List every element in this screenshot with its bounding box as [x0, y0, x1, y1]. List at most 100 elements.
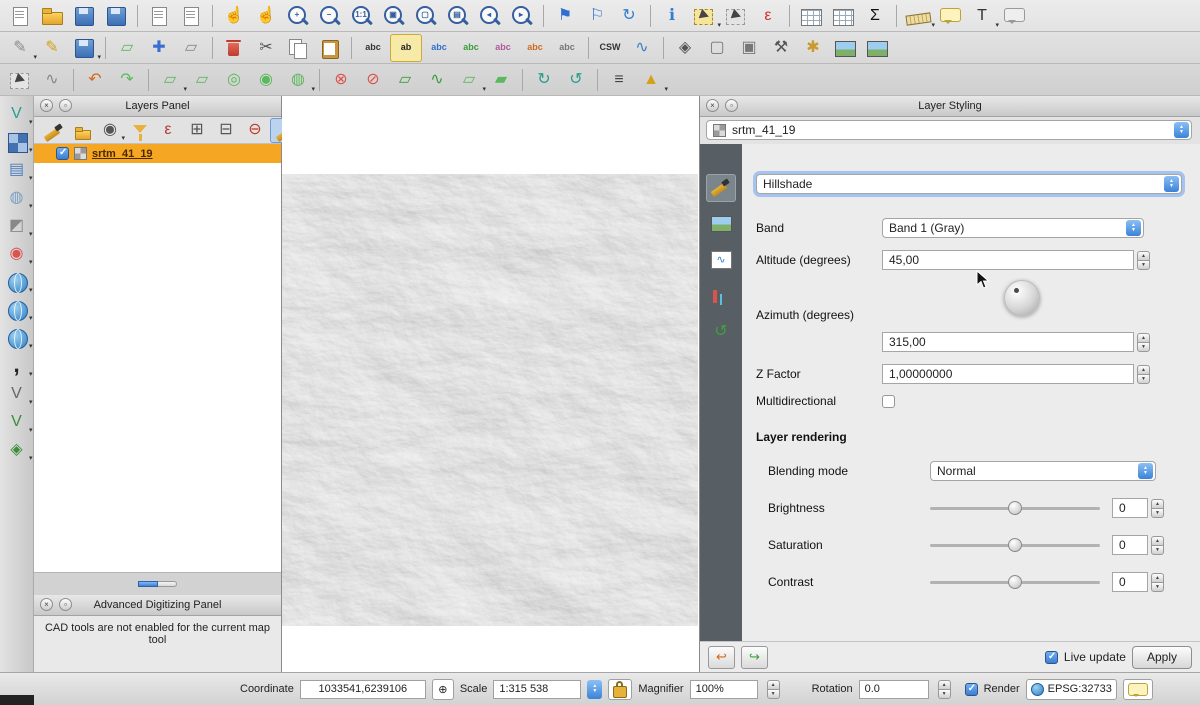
- add-feature-icon[interactable]: ▱: [112, 35, 142, 61]
- scale-combo-arrows-icon[interactable]: ▲▼: [587, 680, 602, 699]
- project-save-icon[interactable]: [69, 3, 99, 29]
- slider-stepper[interactable]: ▲▼: [1151, 536, 1164, 555]
- identify-features-icon[interactable]: ℹ: [657, 3, 687, 29]
- zoom-to-layer-icon[interactable]: ▤: [443, 3, 473, 29]
- label-abc-gray-icon[interactable]: abc: [552, 35, 582, 61]
- zoom-full-icon[interactable]: ▣: [379, 3, 409, 29]
- map-refresh-icon[interactable]: ↻: [614, 3, 644, 29]
- transparency-tab-icon[interactable]: [706, 210, 736, 238]
- move-feature-icon[interactable]: ✚: [144, 35, 174, 61]
- layer-labeling-icon[interactable]: abc: [358, 35, 388, 61]
- delete-selected-icon[interactable]: [219, 35, 249, 61]
- symbology-tab-icon[interactable]: [706, 174, 736, 202]
- tab-browser-panel[interactable]: [158, 581, 177, 587]
- epsg-button[interactable]: EPSG:32733: [1026, 679, 1117, 700]
- remove-layer-icon[interactable]: ⊖: [242, 119, 268, 142]
- band-combo[interactable]: Band 1 (Gray) ▲▼: [882, 218, 1144, 238]
- cut-features-icon[interactable]: ✂: [251, 35, 281, 61]
- zoom-out-icon[interactable]: −: [315, 3, 345, 29]
- close-icon[interactable]: ×: [40, 598, 53, 611]
- slider-track[interactable]: [930, 507, 1100, 510]
- statistical-summary-icon[interactable]: Σ: [860, 3, 890, 29]
- add-oracle-layer-icon[interactable]: ◉▾: [3, 241, 31, 266]
- merge-features-icon[interactable]: ▰: [486, 67, 516, 93]
- slider-track[interactable]: [930, 544, 1100, 547]
- map-tips-icon[interactable]: [935, 3, 965, 29]
- label-abc-blue-icon[interactable]: abc: [424, 35, 454, 61]
- measure-line-icon[interactable]: ▾: [903, 3, 933, 29]
- attribute-table-icon[interactable]: [796, 3, 826, 29]
- delete-ring-icon[interactable]: ⊗: [326, 67, 356, 93]
- live-update-checkbox[interactable]: [1045, 651, 1058, 664]
- combo-arrows-icon[interactable]: ▲▼: [1164, 176, 1179, 192]
- render-checkbox[interactable]: [965, 683, 978, 696]
- history-tab-icon[interactable]: ↺: [706, 318, 736, 346]
- slider-thumb[interactable]: [1008, 501, 1022, 515]
- style-redo-button[interactable]: ↪: [741, 646, 768, 669]
- add-raster-layer-icon[interactable]: ▾: [3, 129, 31, 154]
- slider-spinbox[interactable]: 0: [1112, 498, 1148, 518]
- manage-themes-icon[interactable]: ◉▾: [97, 119, 123, 142]
- log-messages-button[interactable]: [1123, 679, 1153, 700]
- map-view-1-icon[interactable]: [830, 35, 860, 61]
- save-layer-edits-icon[interactable]: ▾: [69, 35, 99, 61]
- deselect-features-icon[interactable]: [721, 3, 751, 29]
- add-delimited-text-layer-icon[interactable]: ,▾: [3, 353, 31, 378]
- style-undo-button[interactable]: ↩: [708, 646, 735, 669]
- layer-visibility-checkbox[interactable]: [56, 147, 69, 160]
- layer-tree[interactable]: srtm_41_19: [34, 144, 281, 572]
- filter-expression-icon[interactable]: ε: [155, 119, 181, 142]
- georeferencer-icon[interactable]: ⚒: [766, 35, 796, 61]
- node-tool-icon[interactable]: ▱: [176, 35, 206, 61]
- add-group-icon[interactable]: [68, 119, 94, 142]
- render-type-combo[interactable]: Hillshade ▲▼: [756, 174, 1182, 194]
- histogram-tab-icon[interactable]: ∿: [706, 246, 736, 274]
- reshape-features-icon[interactable]: ▱: [390, 67, 420, 93]
- delete-part-icon[interactable]: ⊘: [358, 67, 388, 93]
- dropdown-arrow-icon[interactable]: ▾: [664, 85, 668, 93]
- rotate-feature-icon[interactable]: ▱▾: [155, 67, 185, 93]
- combo-arrows-icon[interactable]: ▲▼: [1126, 220, 1141, 236]
- select-by-rectangle-icon[interactable]: ▢: [702, 35, 732, 61]
- add-spatialite-layer-icon[interactable]: ◍▾: [3, 185, 31, 210]
- dropdown-arrow-icon[interactable]: ▾: [29, 342, 33, 350]
- add-wcs-layer-icon[interactable]: ▾: [3, 297, 31, 322]
- open-styling-dock-icon[interactable]: [39, 119, 65, 142]
- zoom-next-icon[interactable]: ▸: [507, 3, 537, 29]
- simplify-feature-icon[interactable]: ▱: [187, 67, 217, 93]
- extent-toggle-icon[interactable]: ⊕: [432, 679, 454, 700]
- dropdown-arrow-icon[interactable]: ▾: [29, 118, 33, 126]
- collapse-all-icon[interactable]: ⊟: [213, 119, 239, 142]
- azimuth-dial[interactable]: [1004, 280, 1040, 316]
- map-view-2-icon[interactable]: [862, 35, 892, 61]
- zoom-to-selection-icon[interactable]: ▢: [411, 3, 441, 29]
- slider-thumb[interactable]: [1008, 575, 1022, 589]
- combo-arrows-icon[interactable]: ▲▼: [1174, 122, 1189, 138]
- slider-track[interactable]: [930, 581, 1100, 584]
- add-vector-layer-icon[interactable]: V▾: [3, 101, 31, 126]
- float-icon[interactable]: ▫: [59, 598, 72, 611]
- python-console-icon[interactable]: ∿: [627, 35, 657, 61]
- new-geopackage-layer-icon[interactable]: ◈▾: [3, 437, 31, 462]
- split-features-icon[interactable]: ▱▾: [454, 67, 484, 93]
- current-edits-icon[interactable]: ✎▾: [5, 35, 35, 61]
- rotation-input[interactable]: 0.0: [859, 680, 929, 699]
- copy-features-icon[interactable]: [283, 35, 313, 61]
- zfactor-stepper[interactable]: ▲▼: [1137, 365, 1150, 384]
- dropdown-arrow-icon[interactable]: ▾: [29, 174, 33, 182]
- paste-features-icon[interactable]: [315, 35, 345, 61]
- html-annotation-icon[interactable]: [999, 3, 1029, 29]
- tab-layers-panel[interactable]: [138, 581, 158, 587]
- label-toolbar-active-icon[interactable]: ab: [390, 34, 422, 62]
- scale-lock-button[interactable]: [608, 679, 632, 700]
- close-icon[interactable]: ×: [706, 99, 719, 112]
- coordinate-input[interactable]: 1033541,6239106: [300, 680, 426, 699]
- azimuth-spinbox[interactable]: 315,00: [882, 332, 1134, 352]
- zoom-in-icon[interactable]: +: [283, 3, 313, 29]
- label-abc-orange-icon[interactable]: abc: [520, 35, 550, 61]
- text-annotation-icon[interactable]: T▾: [967, 3, 997, 29]
- map-canvas[interactable]: [282, 96, 700, 672]
- dropdown-arrow-icon[interactable]: ▾: [29, 454, 33, 462]
- fill-ring-icon[interactable]: ◍▾: [283, 67, 313, 93]
- new-shapefile-layer-icon[interactable]: V▾: [3, 409, 31, 434]
